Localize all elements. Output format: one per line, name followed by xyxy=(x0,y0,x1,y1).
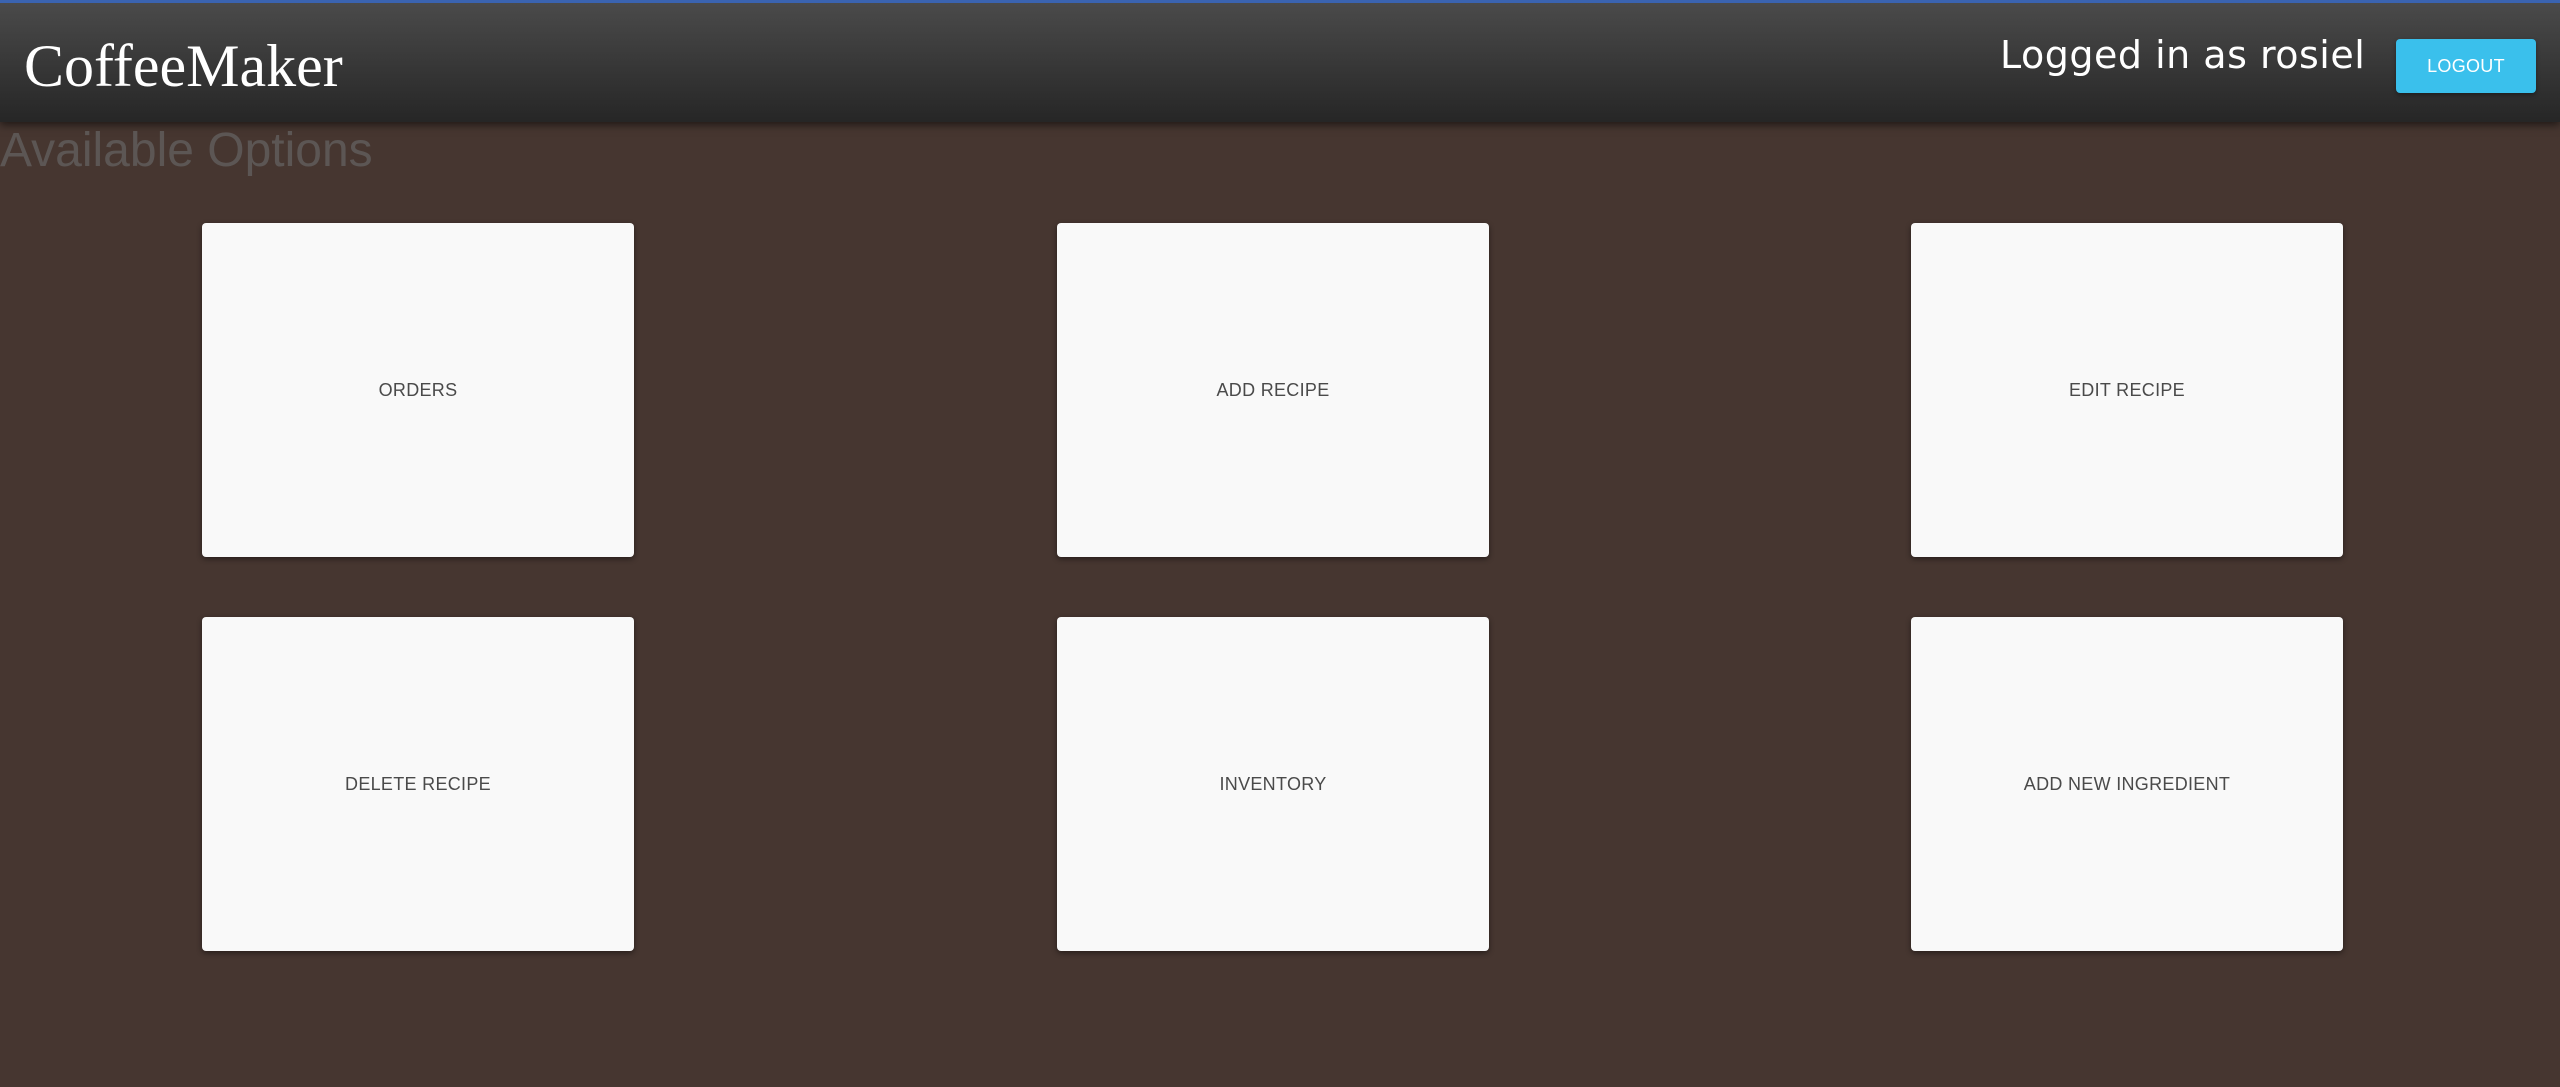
option-card-delete-recipe[interactable]: DELETE RECIPE xyxy=(202,617,634,951)
app-brand: CoffeeMaker xyxy=(24,33,343,99)
option-card-orders[interactable]: ORDERS xyxy=(202,223,634,557)
option-card-add-new-ingredient[interactable]: ADD NEW INGREDIENT xyxy=(1911,617,2343,951)
option-card-add-recipe[interactable]: ADD RECIPE xyxy=(1057,223,1489,557)
page-title: Available Options xyxy=(0,124,373,177)
logout-button[interactable]: LOGOUT xyxy=(2396,39,2536,93)
option-card-label: EDIT RECIPE xyxy=(2069,379,2185,400)
option-card-label: ADD NEW INGREDIENT xyxy=(2023,773,2231,794)
option-card-inventory[interactable]: INVENTORY xyxy=(1057,617,1489,951)
option-card-label: ORDERS xyxy=(378,379,458,400)
option-card-label: DELETE RECIPE xyxy=(345,773,491,794)
logged-in-status: Logged in as rosiel xyxy=(2000,33,2366,77)
option-card-label: ADD RECIPE xyxy=(1216,379,1330,400)
option-card-edit-recipe[interactable]: EDIT RECIPE xyxy=(1911,223,2343,557)
option-card-label: INVENTORY xyxy=(1219,773,1327,794)
top-navbar: CoffeeMaker Logged in as rosiel LOGOUT xyxy=(0,0,2560,122)
